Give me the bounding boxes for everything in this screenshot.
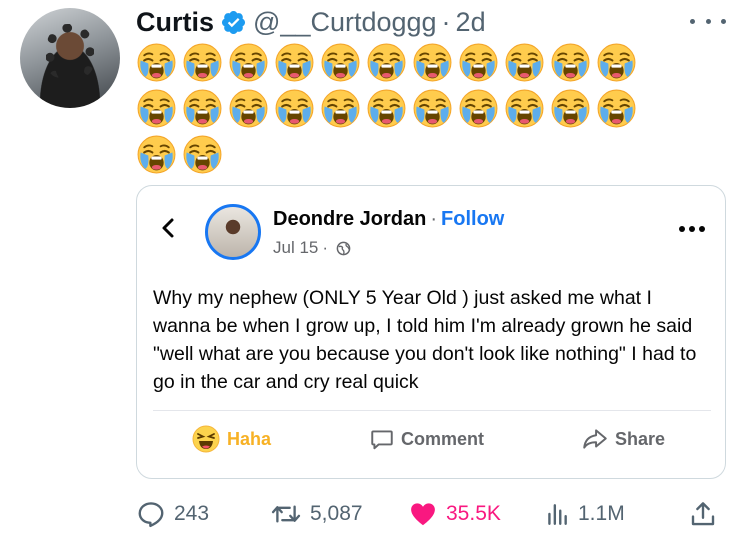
verified-badge-icon [221, 10, 246, 34]
quoted-divider [153, 410, 711, 411]
like-button[interactable]: 35.5K [408, 496, 501, 532]
loudly-crying-face-emoji [137, 89, 176, 128]
loudly-crying-face-emoji [321, 89, 360, 128]
views-button[interactable]: 1.1M [544, 496, 625, 532]
loudly-crying-face-emoji [137, 43, 176, 82]
share-label: Share [615, 428, 666, 449]
quoted-date-row: Jul 15 · [273, 238, 351, 258]
quoted-date-separator: · [322, 238, 329, 257]
tweet-text [136, 42, 696, 180]
loudly-crying-face-emoji [137, 135, 176, 174]
comment-button[interactable]: Comment [369, 422, 484, 456]
comment-label: Comment [401, 428, 485, 449]
views-count: 1.1M [578, 502, 625, 525]
quoted-date[interactable]: Jul 15 [273, 238, 318, 258]
tweet-action-bar: 243 5,087 35.5K 1.1M [136, 496, 726, 532]
quoted-post-card[interactable]: Deondre Jordan · Follow Jul 15 · Why my … [136, 185, 726, 479]
loudly-crying-face-emoji [229, 89, 268, 128]
emoji-row [136, 42, 696, 83]
loudly-crying-face-emoji [551, 43, 590, 82]
share-arrow-icon [583, 429, 607, 449]
loudly-crying-face-emoji [459, 89, 498, 128]
loudly-crying-face-emoji [597, 43, 636, 82]
emoji-row [136, 88, 696, 129]
share-tweet-button[interactable] [688, 496, 726, 532]
quoted-header-separator: · [430, 208, 438, 230]
loudly-crying-face-emoji [367, 89, 406, 128]
views-bar-chart-icon [548, 504, 567, 525]
upload-share-icon [691, 502, 715, 526]
tweet-avatar[interactable] [20, 8, 120, 108]
haha-emoji-icon [192, 425, 220, 453]
tweet-time[interactable]: 2d [456, 7, 486, 38]
loudly-crying-face-emoji [183, 43, 222, 82]
quoted-more-options-icon[interactable] [679, 226, 705, 234]
like-count: 35.5K [446, 502, 501, 525]
quoted-post-text: Why my nephew (ONLY 5 Year Old ) just as… [153, 287, 697, 393]
author-name[interactable]: Curtis [136, 7, 214, 38]
header-separator: · [441, 6, 451, 37]
quoted-author-name[interactable]: Deondre Jordan [273, 208, 426, 231]
loudly-crying-face-emoji [413, 43, 452, 82]
loudly-crying-face-emoji [597, 89, 636, 128]
loudly-crying-face-emoji [183, 135, 222, 174]
retweet-icon [271, 505, 301, 523]
quoted-header: Deondre Jordan · Follow [273, 208, 504, 231]
reply-icon [138, 502, 164, 528]
follow-button[interactable]: Follow [441, 208, 504, 231]
loudly-crying-face-emoji [367, 43, 406, 82]
loudly-crying-face-emoji [275, 89, 314, 128]
loudly-crying-face-emoji [413, 89, 452, 128]
comment-icon [371, 430, 393, 450]
quoted-action-bar: Haha Comment Share [137, 422, 725, 456]
loudly-crying-face-emoji [459, 43, 498, 82]
loudly-crying-face-emoji [229, 43, 268, 82]
loudly-crying-face-emoji [505, 43, 544, 82]
tweet-header: Curtis @__Curtdoggg · 2d [136, 6, 486, 38]
emoji-row [136, 134, 696, 175]
back-arrow-icon[interactable] [157, 216, 181, 240]
loudly-crying-face-emoji [275, 43, 314, 82]
retweet-count: 5,087 [310, 502, 363, 525]
more-options-icon[interactable] [690, 14, 726, 28]
globe-icon [336, 241, 351, 255]
share-button[interactable]: Share [581, 422, 665, 456]
haha-label: Haha [227, 428, 272, 449]
loudly-crying-face-emoji [321, 43, 360, 82]
retweet-button[interactable]: 5,087 [270, 496, 363, 532]
loudly-crying-face-emoji [505, 89, 544, 128]
author-handle[interactable]: @__Curtdoggg [253, 7, 437, 38]
loudly-crying-face-emoji [551, 89, 590, 128]
haha-reaction-button[interactable]: Haha [191, 422, 271, 456]
quoted-author-avatar[interactable] [205, 204, 261, 260]
heart-filled-icon [411, 503, 435, 526]
loudly-crying-face-emoji [183, 89, 222, 128]
reply-count: 243 [174, 502, 210, 525]
reply-button[interactable]: 243 [136, 496, 209, 532]
